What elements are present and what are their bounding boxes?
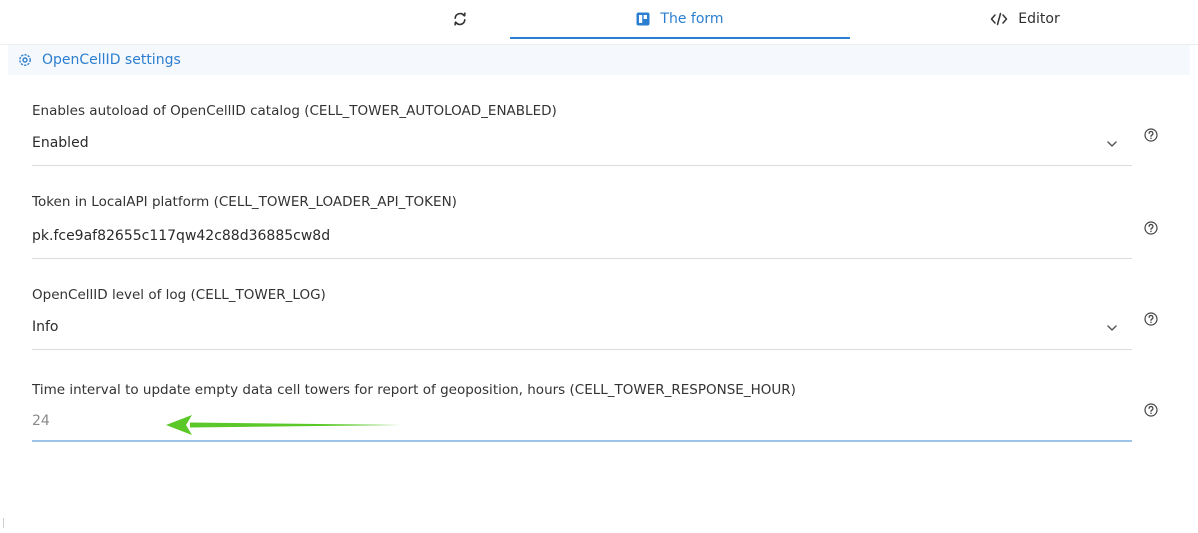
api-token-input[interactable]: pk.fce9af82655c117qw42c88d36885cw8d [32,228,330,244]
field-label: Token in LocalAPI platform (CELL_TOWER_L… [32,194,457,210]
tab-editor[interactable]: Editor [950,0,1100,38]
field-underline [32,440,1132,442]
response-hour-input[interactable]: 24 [32,413,50,429]
field-label: Enables autoload of OpenCellID catalog (… [32,103,557,119]
settings-page: The form Editor OpenCellID settings Enab… [0,0,1198,533]
log-level-field[interactable]: OpenCellID level of log (CELL_TOWER_LOG)… [32,287,1132,355]
field-label: Time interval to update empty data cell … [32,382,796,398]
api-token-field[interactable]: Token in LocalAPI platform (CELL_TOWER_L… [32,194,1132,262]
chevron-down-icon[interactable] [1106,322,1118,334]
tab-form[interactable]: The form [510,0,850,38]
form-icon [636,12,650,26]
log-level-select[interactable]: Info [32,319,59,335]
view-tabs: The form Editor [0,0,1198,45]
help-icon[interactable] [1142,310,1160,328]
settings-icon [18,53,32,67]
autoload-enabled-select[interactable]: Enabled [32,135,89,151]
field-underline [32,349,1132,350]
annotation-arrow-icon [166,415,400,435]
section-header[interactable]: OpenCellID settings [8,45,1190,75]
refresh-icon [452,11,468,27]
field-underline [32,258,1132,259]
code-icon [990,12,1008,26]
help-icon[interactable] [1142,126,1160,144]
help-icon[interactable] [1142,401,1160,419]
active-tab-indicator [510,37,850,39]
tab-form-label: The form [660,11,724,27]
refresh-button[interactable] [430,0,490,38]
chevron-down-icon[interactable] [1106,138,1118,150]
field-label: OpenCellID level of log (CELL_TOWER_LOG) [32,287,326,303]
autoload-enabled-field[interactable]: Enables autoload of OpenCellID catalog (… [32,103,1132,171]
scrollbar-edge [3,518,4,528]
help-icon[interactable] [1142,219,1160,237]
tab-editor-label: Editor [1018,11,1060,27]
section-title: OpenCellID settings [42,52,181,68]
field-underline [32,165,1132,166]
